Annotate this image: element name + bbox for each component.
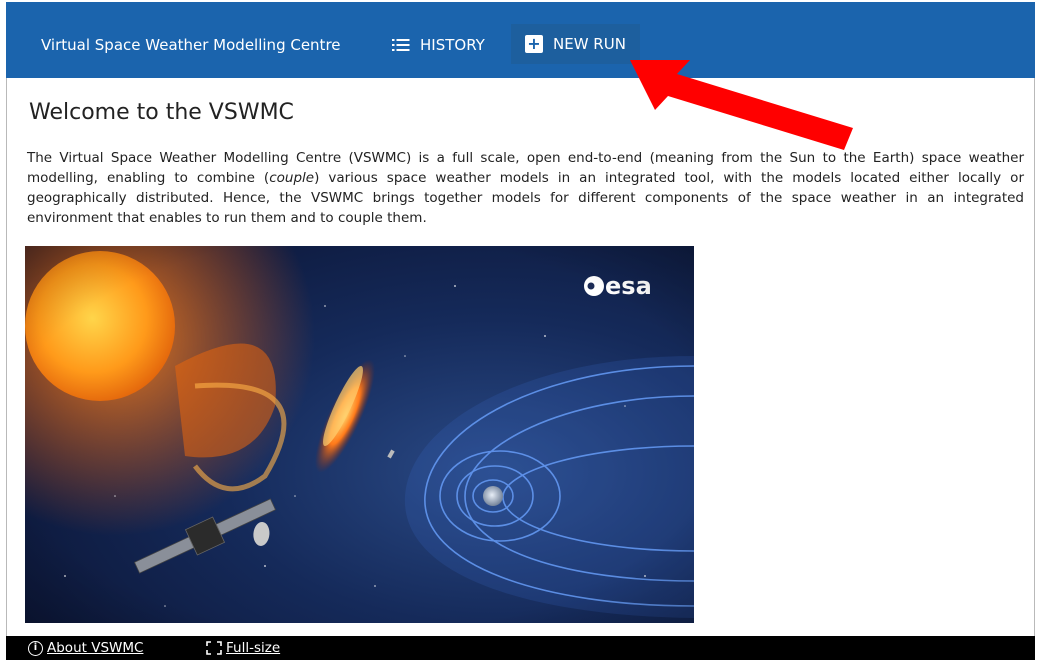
list-icon [392, 39, 410, 51]
footer-bar: i About VSWMC Full-size [6, 636, 1035, 660]
intro-paragraph: The Virtual Space Weather Modelling Cent… [27, 148, 1024, 228]
new-run-label: NEW RUN [553, 35, 626, 53]
space-weather-illustration: esa [25, 246, 694, 623]
history-label: HISTORY [420, 36, 485, 54]
brand-title[interactable]: Virtual Space Weather Modelling Centre [41, 36, 341, 54]
fullsize-label: Full-size [226, 640, 281, 656]
intro-text-italic: couple [269, 170, 315, 186]
history-button[interactable]: HISTORY [378, 26, 499, 64]
about-label: About VSWMC [47, 640, 144, 656]
about-link[interactable]: i About VSWMC [28, 640, 143, 656]
top-navbar: Virtual Space Weather Modelling Centre H… [6, 2, 1035, 78]
fullsize-link[interactable]: Full-size [206, 640, 280, 656]
page-title: Welcome to the VSWMC [29, 100, 294, 125]
plus-box-icon: + [525, 35, 543, 53]
fullscreen-icon [206, 641, 222, 655]
info-icon: i [28, 640, 43, 656]
new-run-button[interactable]: + NEW RUN [511, 24, 640, 64]
